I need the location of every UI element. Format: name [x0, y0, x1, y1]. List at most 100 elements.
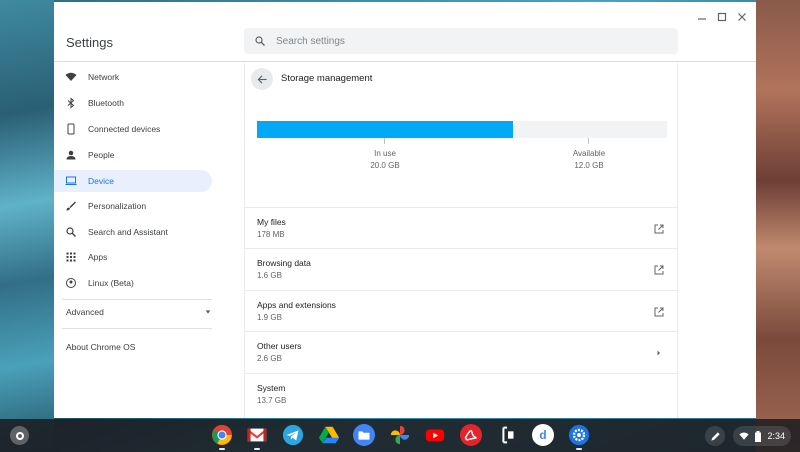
chevron-right-icon[interactable]: [653, 346, 665, 358]
in-use-summary: In use 20.0 GB: [355, 148, 415, 172]
row-size: 2.6 GB: [257, 354, 282, 363]
chrome-icon[interactable]: [211, 424, 233, 446]
page-title: Storage management: [281, 73, 373, 84]
acrobat-icon[interactable]: [460, 424, 482, 446]
storage-row-other-users[interactable]: Other users 2.6 GB: [245, 331, 677, 372]
storage-row-system: System 13.7 GB: [245, 373, 677, 414]
sidebar-item-label: Apps: [88, 252, 108, 262]
row-size: 13.7 GB: [257, 396, 287, 405]
stylus-tools-button[interactable]: [705, 426, 725, 446]
battery-icon: [755, 430, 762, 442]
google-drive-icon[interactable]: [318, 424, 340, 446]
google-photos-icon[interactable]: [389, 424, 411, 446]
row-title: Browsing data: [257, 258, 311, 268]
sidebar: Network Bluetooth Connected devices Peop…: [54, 63, 222, 418]
storage-row-my-files[interactable]: My files 178 MB: [245, 207, 677, 248]
sidebar-item-device[interactable]: Device: [54, 170, 212, 192]
sidebar-item-people[interactable]: People: [54, 144, 212, 166]
linux-icon: [54, 277, 88, 289]
person-icon: [54, 149, 88, 161]
available-value: 12.0 GB: [574, 161, 604, 170]
launcher-icon: [15, 431, 24, 440]
storage-bar-tick: [384, 138, 385, 144]
sidebar-item-label: Personalization: [88, 201, 147, 211]
launcher-button[interactable]: [10, 426, 29, 445]
advanced-label: Advanced: [66, 307, 104, 317]
sidebar-item-about-chrome-os[interactable]: About Chrome OS: [66, 342, 135, 352]
system-tray[interactable]: 2:34: [733, 426, 791, 446]
svg-text:d: d: [539, 428, 546, 442]
minimize-icon: [698, 18, 706, 20]
gmail-icon[interactable]: [246, 424, 268, 446]
maximize-button[interactable]: [712, 8, 732, 26]
storage-bar-in-use: [257, 121, 514, 138]
window-header: Settings: [54, 2, 756, 62]
back-button[interactable]: [251, 68, 273, 90]
caret-down-icon: [205, 310, 211, 314]
sidebar-item-label: Network: [88, 72, 120, 82]
brush-icon: [54, 200, 88, 212]
stylus-icon: [710, 431, 720, 441]
clock: 2:34: [767, 431, 785, 441]
settings-window: Settings Network Bluetooth: [54, 2, 756, 418]
running-indicator: [254, 448, 260, 450]
wallpaper-left: [0, 0, 54, 452]
apps-grid-icon: [54, 251, 88, 263]
dictionary-icon[interactable]: d: [532, 424, 554, 446]
sidebar-item-personalization[interactable]: Personalization: [54, 195, 212, 217]
open-external-icon[interactable]: [653, 305, 665, 317]
open-external-icon[interactable]: [653, 263, 665, 275]
storage-row-browsing-data[interactable]: Browsing data 1.6 GB: [245, 248, 677, 289]
sidebar-item-label: Bluetooth: [88, 98, 124, 108]
search-input[interactable]: [276, 35, 656, 47]
storage-management-panel: Storage management In use 20.0 GB Availa…: [244, 63, 678, 418]
window-controls: [692, 8, 752, 26]
row-size: 1.6 GB: [257, 271, 282, 280]
youtube-icon[interactable]: [424, 424, 446, 446]
sidebar-item-network[interactable]: Network: [54, 66, 212, 88]
running-indicator: [219, 448, 225, 450]
docs-scanner-icon[interactable]: [497, 424, 519, 446]
arrow-back-icon: [257, 74, 267, 84]
sidebar-item-label: Linux (Beta): [88, 278, 134, 288]
sidebar-item-label: People: [88, 150, 115, 160]
sidebar-item-label: Connected devices: [88, 124, 161, 134]
storage-bar: [257, 121, 667, 138]
sidebar-item-apps[interactable]: Apps: [54, 246, 212, 268]
sidebar-divider: [62, 299, 212, 300]
row-title: Apps and extensions: [257, 300, 336, 310]
row-title: Other users: [257, 341, 302, 351]
row-title: My files: [257, 217, 286, 227]
wifi-icon: [739, 432, 749, 440]
open-external-icon[interactable]: [653, 222, 665, 234]
sidebar-item-linux-beta[interactable]: Linux (Beta): [54, 272, 212, 294]
settings-icon[interactable]: [568, 424, 590, 446]
files-icon[interactable]: [353, 424, 375, 446]
sidebar-item-search-and-assistant[interactable]: Search and Assistant: [54, 221, 212, 243]
maximize-icon: [717, 12, 727, 22]
search-box[interactable]: [244, 28, 678, 54]
storage-row-apps-and-extensions[interactable]: Apps and extensions 1.9 GB: [245, 290, 677, 331]
wifi-icon: [54, 71, 88, 83]
minimize-button[interactable]: [692, 8, 712, 26]
wallpaper-right: [756, 0, 800, 452]
laptop-icon: [54, 175, 88, 187]
row-size: 1.9 GB: [257, 313, 282, 322]
row-title: System: [257, 383, 286, 393]
close-button[interactable]: [732, 8, 752, 26]
telegram-icon[interactable]: [282, 424, 304, 446]
sidebar-item-connected-devices[interactable]: Connected devices: [54, 118, 212, 140]
in-use-label: In use: [374, 149, 396, 158]
sidebar-item-label: Device: [88, 176, 114, 186]
search-icon: [255, 36, 265, 46]
sidebar-advanced-toggle[interactable]: Advanced: [66, 307, 212, 317]
sidebar-item-bluetooth[interactable]: Bluetooth: [54, 92, 212, 114]
sidebar-item-label: Search and Assistant: [88, 227, 168, 237]
search-icon: [54, 226, 88, 238]
shelf: d 2:34: [0, 419, 800, 452]
row-size: 178 MB: [257, 230, 285, 239]
sidebar-divider: [62, 328, 212, 329]
app-title: Settings: [66, 35, 113, 50]
close-icon: [738, 13, 746, 21]
storage-bar-tick: [588, 138, 589, 144]
